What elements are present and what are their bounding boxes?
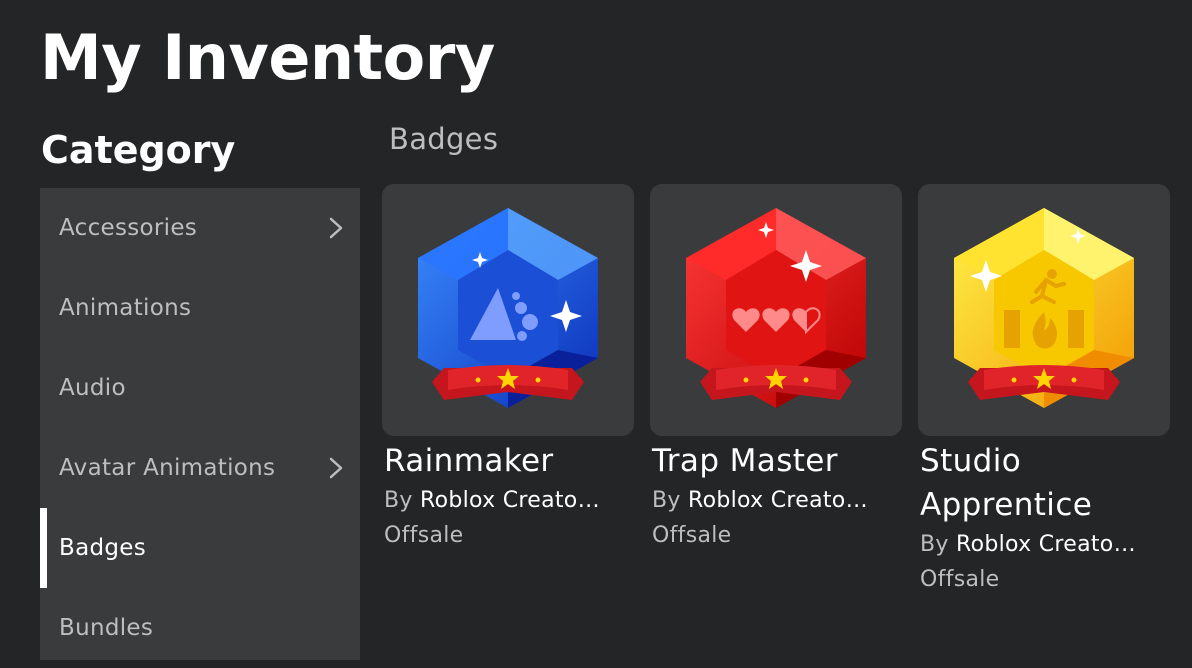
sidebar-item-label: Avatar Animations [59,455,276,481]
sidebar-item-accessories[interactable]: Accessories [40,188,360,268]
badge-creator[interactable]: By Roblox Creato… [384,485,630,517]
category-sidebar: Accessories Animations Audio Avatar Anim… [40,188,360,660]
badge-card-rainmaker[interactable]: Rainmaker By Roblox Creato… Offsale [382,184,634,551]
sidebar-item-audio[interactable]: Audio [40,348,360,428]
badge-price: Offsale [652,523,732,548]
badge-price: Offsale [920,567,1000,592]
sidebar-item-label: Audio [59,375,126,401]
sidebar-item-label: Animations [59,295,192,321]
badge-name[interactable]: Rainmaker [384,439,634,483]
by-label: By [384,488,413,513]
page-title: My Inventory [40,21,495,94]
badge-gem-icon [418,208,598,408]
sidebar-item-label: Bundles [59,615,154,641]
chevron-right-icon [329,217,343,239]
creator-name[interactable]: Roblox Creato… [688,488,868,513]
sidebar-item-badges[interactable]: Badges [40,508,360,588]
sidebar-item-label: Badges [59,535,147,561]
badge-thumbnail[interactable] [650,184,902,436]
chevron-right-icon [329,457,343,479]
creator-name[interactable]: Roblox Creato… [420,488,600,513]
badge-thumbnail[interactable] [918,184,1170,436]
sidebar-item-animations[interactable]: Animations [40,268,360,348]
by-label: By [920,532,949,557]
sidebar-item-avatar-animations[interactable]: Avatar Animations [40,428,360,508]
creator-name[interactable]: Roblox Creato… [956,532,1136,557]
badge-gem-icon [686,208,866,408]
badge-gem-icon [954,208,1134,408]
sidebar-item-label: Accessories [59,215,198,241]
section-label: Badges [389,122,499,156]
badge-thumbnail[interactable] [382,184,634,436]
badge-card-trap-master[interactable]: Trap Master By Roblox Creato… Offsale [650,184,902,551]
badge-creator[interactable]: By Roblox Creato… [920,529,1166,561]
badge-price: Offsale [384,523,464,548]
badge-name[interactable]: Trap Master [652,439,902,483]
badge-creator[interactable]: By Roblox Creato… [652,485,898,517]
category-heading: Category [41,128,236,172]
sidebar-item-bundles[interactable]: Bundles [40,588,360,668]
by-label: By [652,488,681,513]
badge-card-studio-apprentice[interactable]: Studio Apprentice By Roblox Creato… Offs… [918,184,1170,595]
badge-name[interactable]: Studio Apprentice [920,439,1170,527]
